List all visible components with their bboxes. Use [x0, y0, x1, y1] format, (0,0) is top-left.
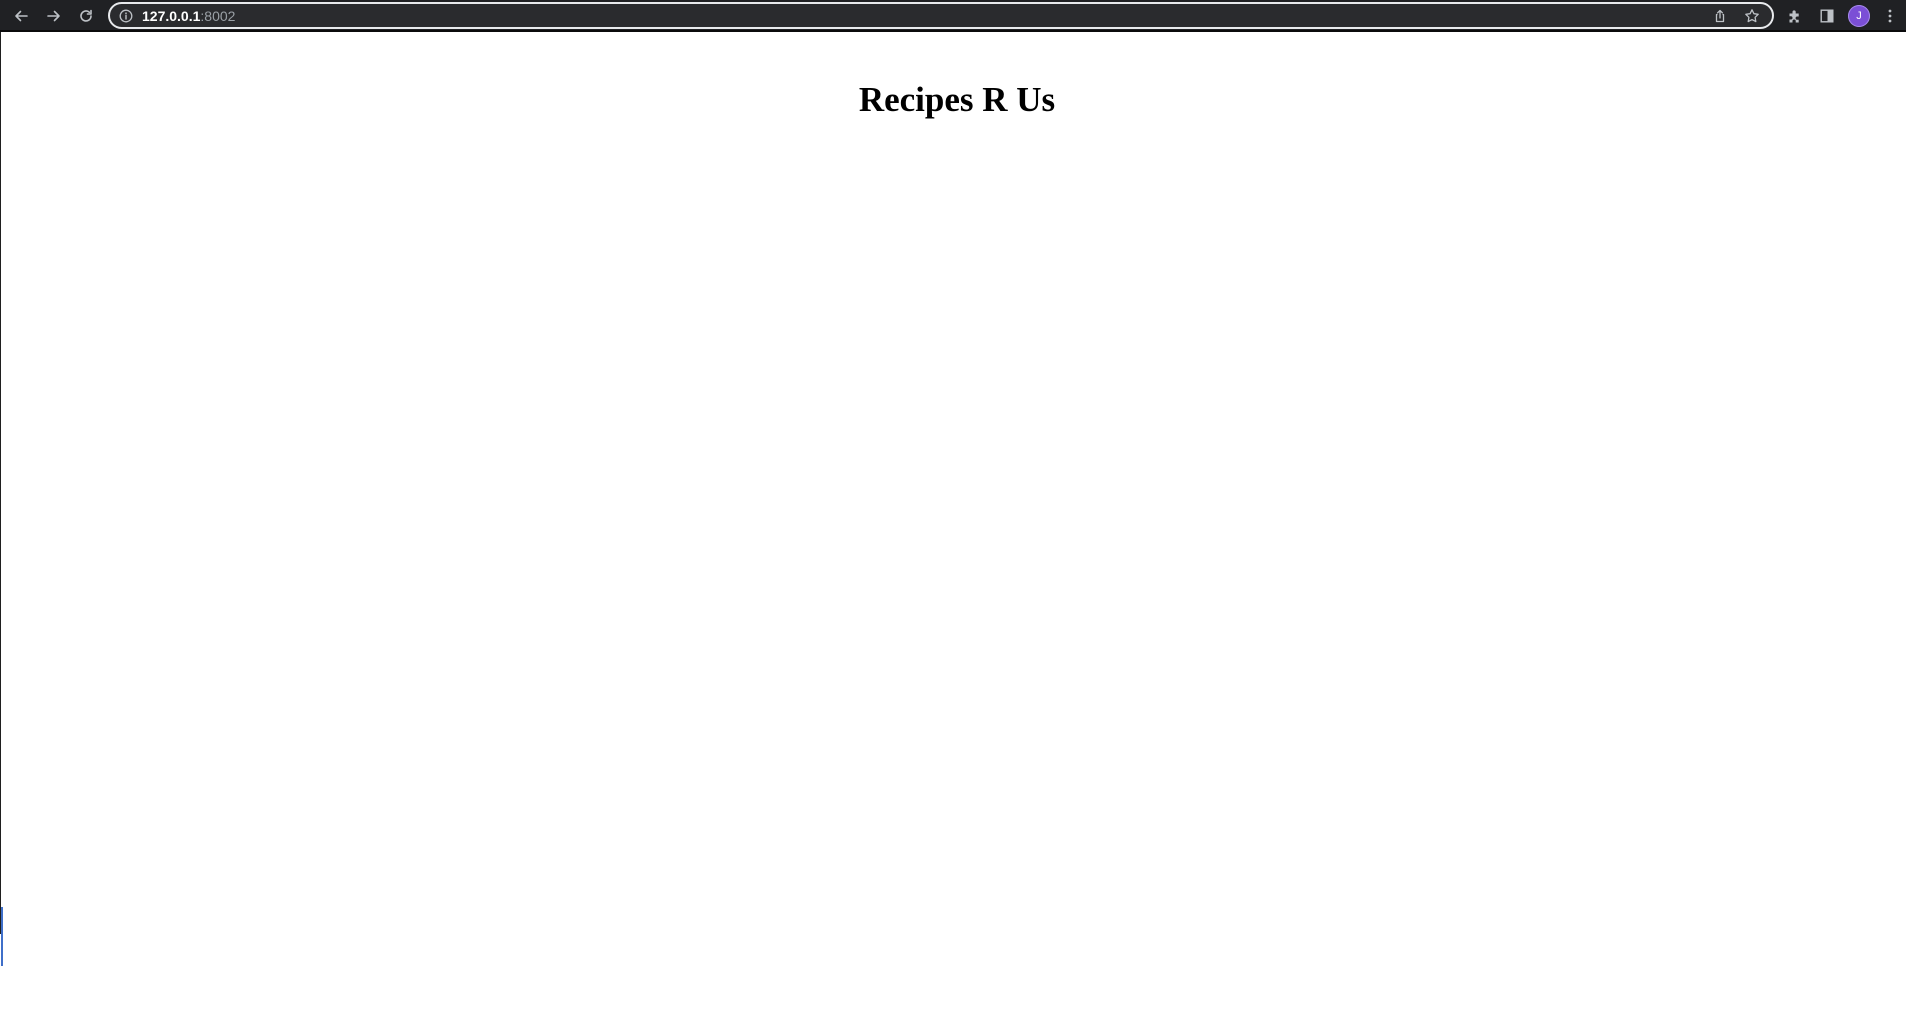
profile-avatar[interactable]: J	[1848, 5, 1870, 27]
browser-toolbar: 127.0.0.1:8002 J	[0, 0, 1906, 32]
window-edge-accent	[1, 907, 3, 966]
kebab-menu-icon	[1888, 9, 1892, 23]
site-info-button[interactable]	[117, 7, 135, 25]
address-bar[interactable]: 127.0.0.1:8002	[108, 2, 1774, 29]
share-icon	[1715, 9, 1725, 23]
browser-window: 127.0.0.1:8002 J Recipes R Us	[0, 0, 1906, 1022]
share-button[interactable]	[1710, 6, 1730, 26]
page-title: Recipes R Us	[858, 80, 1056, 119]
url-port: :8002	[200, 8, 236, 24]
arrow-left-icon	[15, 10, 28, 22]
star-icon	[1745, 9, 1759, 23]
back-button[interactable]	[8, 3, 34, 29]
reload-icon	[80, 9, 92, 22]
side-panel-button[interactable]	[1816, 5, 1838, 27]
page-content: Recipes R Us	[0, 32, 1906, 966]
url-text[interactable]: 127.0.0.1:8002	[142, 8, 235, 24]
reload-button[interactable]	[73, 3, 99, 29]
browser-menu-button[interactable]	[1880, 5, 1900, 27]
extensions-button[interactable]	[1784, 5, 1806, 27]
bookmark-button[interactable]	[1742, 6, 1762, 26]
arrow-right-icon	[47, 10, 60, 22]
side-panel-icon	[1820, 9, 1834, 23]
puzzle-icon	[1789, 10, 1799, 23]
info-icon	[119, 9, 133, 23]
forward-button[interactable]	[41, 3, 67, 29]
url-host: 127.0.0.1	[142, 8, 201, 24]
